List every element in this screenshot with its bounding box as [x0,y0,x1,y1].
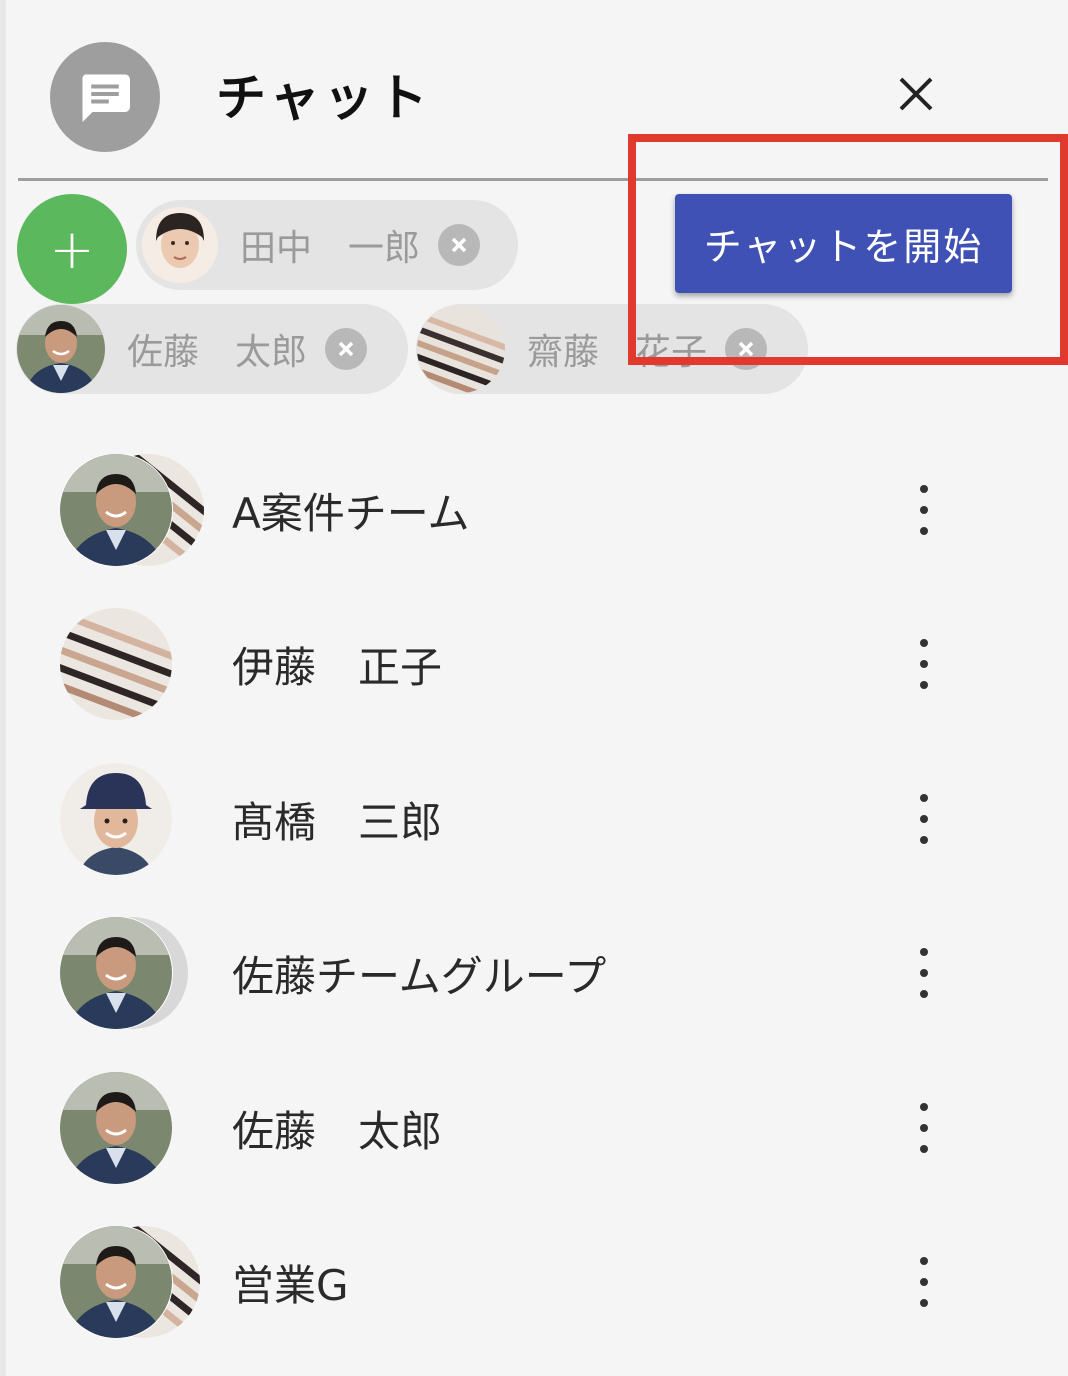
group-avatar [59,453,206,567]
chat-message-icon [50,42,160,152]
person-avatar-tanaka [142,207,218,283]
more-options-button[interactable] [904,639,944,689]
chat-name: 佐藤チームグループ [232,952,607,1001]
person-avatar [60,608,206,720]
person-avatar [60,763,206,875]
chip-label: 齋藤 花子 [527,332,708,373]
more-vert-icon [920,794,928,802]
person-avatar-saito [417,305,505,393]
selected-chip-tanaka: 田中 一郎 [136,200,518,290]
more-options-button[interactable] [904,1257,944,1307]
close-button[interactable] [890,68,942,120]
close-icon [738,341,754,357]
more-options-button[interactable] [904,794,944,844]
remove-chip-button[interactable] [325,328,368,370]
person-avatar-sato [17,305,105,393]
list-item[interactable]: 佐藤チームグループ [0,893,1068,1043]
person-avatar [60,1072,206,1184]
selected-chip-sato: 佐藤 太郎 [16,304,408,394]
chat-name: 髙橋 三郎 [232,798,443,847]
group-avatar [59,916,206,1030]
chat-header: チャット [0,0,1068,180]
list-item[interactable]: 髙橋 三郎 [0,739,1068,889]
close-icon [338,341,354,357]
remove-chip-button[interactable] [725,328,768,370]
more-vert-icon [920,485,928,493]
list-item[interactable]: 営業G [0,1202,1068,1352]
close-icon [899,77,933,111]
more-vert-icon [920,1257,928,1265]
more-options-button[interactable] [904,485,944,535]
chip-label: 佐藤 太郎 [127,332,308,373]
header-divider [18,178,1048,181]
more-options-button[interactable] [904,948,944,998]
list-item[interactable]: A案件チーム [0,430,1068,580]
group-avatar [59,1225,206,1339]
add-member-button[interactable]: + [17,194,127,304]
chat-name: 伊藤 正子 [232,643,443,692]
chat-name: 佐藤 太郎 [232,1107,443,1156]
close-icon [451,237,467,253]
chip-label: 田中 一郎 [240,228,421,269]
start-chat-button[interactable]: チャットを開始 [675,194,1012,293]
list-item[interactable]: 佐藤 太郎 [0,1048,1068,1198]
selected-chip-saito: 齋藤 花子 [416,304,808,394]
list-item[interactable]: 伊藤 正子 [0,584,1068,734]
remove-chip-button[interactable] [438,224,481,266]
more-vert-icon [920,639,928,647]
chat-name: 営業G [232,1261,349,1310]
page-title: チャット [216,69,432,127]
chat-name: A案件チーム [232,489,470,538]
more-vert-icon [920,948,928,956]
more-options-button[interactable] [904,1103,944,1153]
more-vert-icon [920,1103,928,1111]
